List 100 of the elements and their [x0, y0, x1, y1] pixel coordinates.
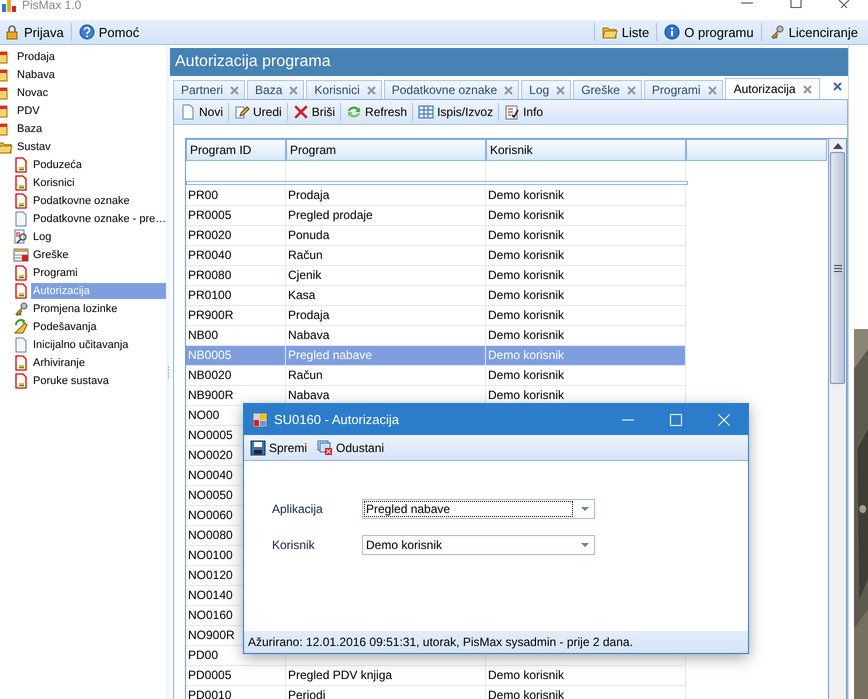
table-cell: NO0160 — [188, 608, 233, 622]
table-row[interactable]: PR0100 Kasa Demo korisnik — [186, 286, 686, 306]
table-row[interactable]: PR900R Prodaja Demo korisnik — [186, 306, 686, 326]
document-icon — [13, 337, 29, 353]
tree-item[interactable]: Inicijalno učitavanja — [31, 337, 166, 353]
tree-item[interactable]: PDV — [15, 103, 166, 119]
menu-button[interactable]: Liste — [598, 22, 654, 42]
table-cell: Demo korisnik — [488, 248, 564, 262]
table-cell: NO0080 — [188, 528, 233, 542]
tree-item[interactable]: Nabava — [15, 67, 166, 83]
table-cell: Demo korisnik — [488, 268, 564, 282]
scroll-up-icon[interactable] — [832, 143, 842, 149]
table-cell: NO0005 — [188, 428, 233, 442]
table-cell: Periodi — [288, 688, 326, 699]
scrollbar[interactable] — [829, 138, 847, 699]
menu-button[interactable]: Pomoć — [74, 22, 144, 42]
toolbar-button[interactable]: Novi — [178, 102, 226, 122]
toolbar-button[interactable]: Odustani — [315, 438, 386, 458]
column-header[interactable]: Korisnik — [486, 139, 686, 161]
tree-item[interactable]: Greške — [31, 247, 166, 263]
dropdown-field[interactable]: Pregled nabave — [362, 499, 595, 519]
pencil-icon — [234, 104, 250, 120]
table-cell: PD0010 — [188, 688, 232, 699]
table-row[interactable]: PD0005 Pregled PDV knjiga Demo korisnik — [186, 666, 686, 686]
toolbar-button[interactable]: Refresh — [344, 102, 410, 122]
table-cell: Cjenik — [288, 268, 322, 282]
tree-item[interactable]: Arhiviranje — [31, 355, 166, 371]
table-cell: Demo korisnik — [488, 328, 564, 342]
table-cell: Demo korisnik — [488, 188, 564, 202]
toolbar-button[interactable]: Briši — [290, 102, 338, 122]
table-cell: PR0080 — [188, 268, 232, 282]
chart-icon — [2, 0, 18, 12]
dropdown-arrow-icon[interactable] — [581, 507, 589, 511]
table-cell: Kasa — [288, 288, 316, 302]
tree-item[interactable]: Korisnici — [31, 175, 166, 191]
table-row[interactable]: PR0005 Pregled prodaje Demo korisnik — [186, 206, 686, 226]
status-text: Ažurirano: 12.01.2016 09:51:31, utorak, PisMax sysadmin - prije 2 dana. — [244, 631, 748, 653]
tree-item[interactable]: Log — [31, 229, 166, 245]
minimize-icon[interactable] — [740, 0, 754, 6]
table-row[interactable]: PD0010 Periodi Demo korisnik — [186, 686, 686, 699]
tab[interactable]: Programi — [644, 80, 723, 99]
column-header[interactable]: Program — [286, 139, 486, 161]
tree-item[interactable]: Poduzeća — [31, 157, 166, 173]
table-cell: Demo korisnik — [488, 668, 564, 682]
scrollbar-thumb[interactable] — [830, 152, 845, 384]
dropdown-arrow-icon[interactable] — [581, 543, 589, 547]
table-cell: NO0040 — [188, 468, 233, 482]
column-header[interactable]: Program ID — [186, 139, 286, 161]
table-cell: NO0140 — [188, 588, 233, 602]
toolbar-button[interactable]: Spremi — [248, 438, 310, 458]
tab[interactable]: Greške — [573, 80, 642, 99]
key-icon — [13, 301, 29, 317]
splitter-grip-icon[interactable] — [166, 365, 170, 379]
table-cell: Demo korisnik — [488, 288, 564, 302]
page-heading: Autorizacija programa — [170, 48, 848, 76]
tree-item[interactable]: Sustav — [15, 139, 166, 155]
table-row[interactable]: PR0020 Ponuda Demo korisnik — [186, 226, 686, 246]
table-row[interactable]: PR00 Prodaja Demo korisnik — [186, 186, 686, 206]
tree-item[interactable]: Podešavanja — [31, 319, 166, 335]
tab[interactable]: Log — [521, 80, 572, 99]
table-cell: Račun — [288, 248, 323, 262]
form-icon — [13, 283, 29, 299]
table-row[interactable]: PR0040 Račun Demo korisnik — [186, 246, 686, 266]
tab[interactable]: Autorizacija — [724, 78, 820, 99]
tree-item[interactable]: Programi — [31, 265, 166, 281]
table-cell: NB900R — [188, 388, 234, 402]
field-label: Korisnik — [272, 538, 316, 552]
close-icon[interactable] — [833, 82, 842, 91]
menu-button[interactable]: Prijava — [0, 22, 68, 42]
tree-item[interactable]: Poruke sustava — [31, 373, 166, 389]
tree-item[interactable]: Prodaja — [15, 49, 166, 65]
menu-button[interactable]: Licenciranje — [764, 22, 862, 42]
form-icon — [13, 157, 29, 173]
table-cell: NO0120 — [188, 568, 233, 582]
table-cell: Demo korisnik — [488, 308, 564, 322]
table-cell: Ponuda — [288, 228, 330, 242]
toolbar-button[interactable]: Ispis/Izvoz — [416, 102, 496, 122]
tree-item[interactable]: Podatkovne oznake - pre… — [31, 211, 168, 227]
toolbar-button[interactable]: Info — [502, 102, 546, 122]
cancel-icon — [317, 440, 334, 456]
tree-item[interactable]: Podatkovne oznake — [31, 193, 166, 209]
tab[interactable]: Partneri — [173, 80, 246, 99]
tree-item[interactable]: Promjena lozinke — [31, 301, 166, 317]
form-icon — [13, 373, 29, 389]
tree-item[interactable]: Novac — [15, 85, 166, 101]
dropdown-field[interactable]: Demo korisnik — [362, 535, 595, 555]
toolbar-button[interactable]: Uredi — [232, 102, 284, 122]
window-title: PisMax 1.0 — [22, 0, 82, 11]
maximize-icon[interactable] — [790, 0, 802, 8]
close-icon[interactable] — [838, 0, 850, 8]
table-row[interactable]: PR0080 Cjenik Demo korisnik — [186, 266, 686, 286]
table-cell: PR00 — [188, 188, 218, 202]
form-icon — [13, 193, 29, 209]
tree-item[interactable]: Baza — [15, 121, 166, 137]
table-cell: PD00 — [188, 648, 218, 662]
tab[interactable]: Korisnici — [306, 80, 382, 99]
tab[interactable]: Podatkovne oznake — [384, 80, 520, 99]
table-row[interactable]: NB0020 Račun Demo korisnik — [186, 366, 686, 386]
tab[interactable]: Baza — [247, 80, 304, 99]
menu-button[interactable]: O programu — [660, 22, 758, 42]
